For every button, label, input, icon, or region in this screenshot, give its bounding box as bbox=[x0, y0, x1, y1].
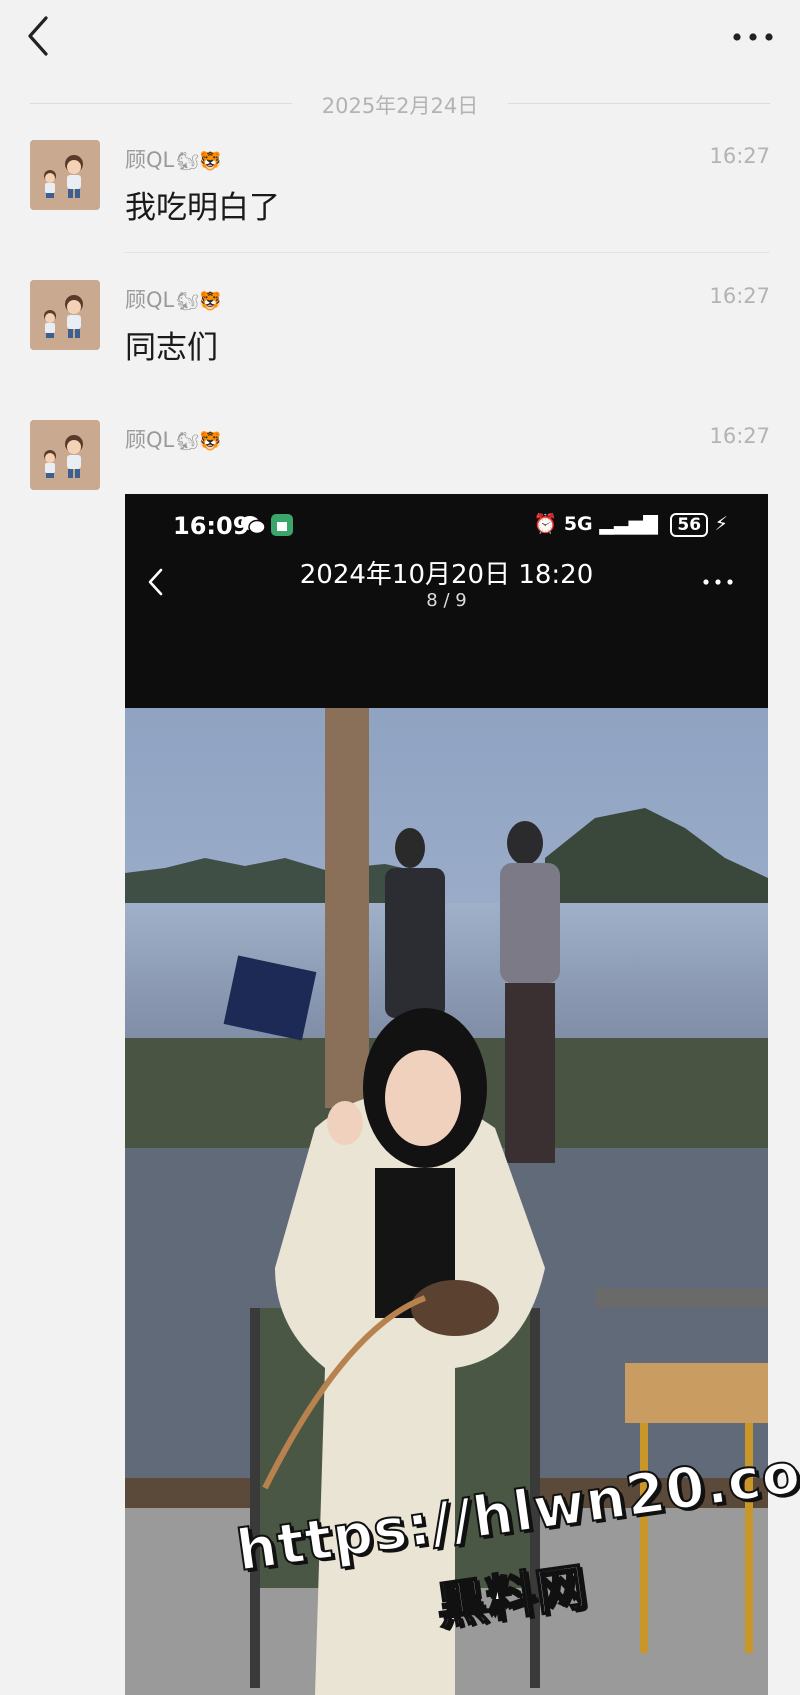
message-time: 16:27 bbox=[709, 144, 770, 168]
wechat-icon bbox=[240, 514, 266, 540]
sender-name-text: 顾QL bbox=[125, 428, 175, 452]
avatar[interactable] bbox=[30, 280, 100, 350]
sender-name: 顾QL 🐿🐯 bbox=[125, 144, 222, 174]
sender-name: 顾QL 🐿🐯 bbox=[125, 284, 222, 314]
more-dots-icon[interactable] bbox=[728, 22, 778, 52]
status-right: ⏰ 5G ▂▃▅▇ 56 ⚡ bbox=[534, 512, 728, 537]
embedded-more-icon bbox=[703, 579, 733, 585]
embedded-counter: 8 / 9 bbox=[426, 590, 467, 611]
status-time: 16:09 bbox=[173, 512, 250, 540]
avatar[interactable] bbox=[30, 420, 100, 490]
alarm-icon: ⏰ bbox=[533, 513, 558, 535]
date-separator: 2025年2月24日 bbox=[30, 86, 770, 118]
embedded-status-bar: 16:09 ⏰ 5G ▂▃▅▇ 56 ⚡ bbox=[125, 494, 768, 554]
signal-icon: ▂▃▅▇ bbox=[599, 513, 658, 535]
avatar[interactable] bbox=[30, 140, 100, 210]
sender-emoji: 🐿🐯 bbox=[176, 151, 222, 172]
message-time: 16:27 bbox=[709, 424, 770, 448]
date-label: 2025年2月24日 bbox=[321, 94, 479, 118]
network-label: 5G bbox=[563, 513, 593, 535]
embedded-title: 2024年10月20日 18:20 bbox=[299, 560, 594, 590]
chat-message: 顾QL 🐿🐯 16:27 同志们 bbox=[0, 280, 800, 400]
embedded-viewer-header: 2024年10月20日 18:20 8 / 9 bbox=[125, 554, 768, 644]
watermark-text: 黑料网 bbox=[432, 1557, 591, 1637]
chat-message: 顾QL 🐿🐯 16:27 bbox=[0, 420, 800, 500]
sender-name-text: 顾QL bbox=[125, 288, 175, 312]
back-arrow-icon[interactable] bbox=[22, 14, 56, 58]
sender-name-text: 顾QL bbox=[125, 148, 175, 172]
app-icon bbox=[271, 514, 293, 540]
charging-icon: ⚡ bbox=[714, 513, 728, 535]
message-time: 16:27 bbox=[709, 284, 770, 308]
sender-emoji: 🐿🐯 bbox=[176, 431, 222, 452]
message-divider bbox=[125, 252, 770, 253]
top-bar bbox=[0, 0, 800, 80]
message-text[interactable]: 同志们 bbox=[125, 322, 218, 367]
message-text[interactable]: 我吃明白了 bbox=[125, 182, 280, 227]
battery-level: 56 bbox=[670, 513, 709, 537]
sender-name: 顾QL 🐿🐯 bbox=[125, 424, 222, 454]
divider-line bbox=[508, 103, 770, 104]
sender-emoji: 🐿🐯 bbox=[176, 291, 222, 312]
chat-message: 顾QL 🐿🐯 16:27 我吃明白了 bbox=[0, 140, 800, 260]
